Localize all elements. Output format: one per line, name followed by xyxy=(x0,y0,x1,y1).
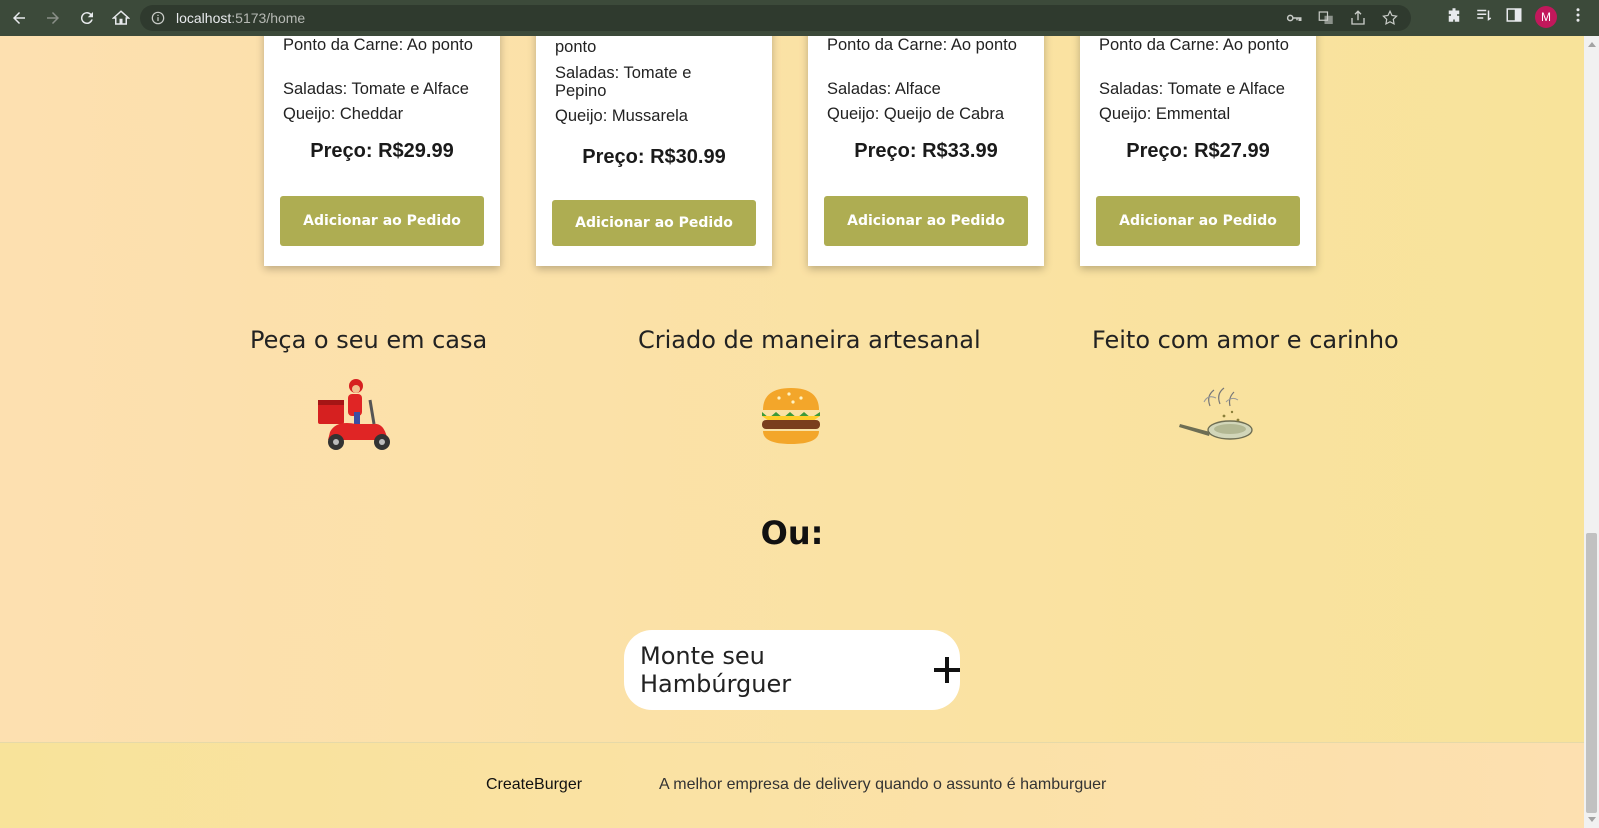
add-to-order-button[interactable]: Adicionar ao Pedido xyxy=(552,200,756,246)
scrollbar-thumb[interactable] xyxy=(1586,533,1597,813)
card-cheese: Queijo: Mussarela xyxy=(555,107,688,125)
card-doneness: Ponto da Carne: Ao ponto xyxy=(1099,36,1289,54)
browser-toolbar: localhost:5173/home M xyxy=(0,0,1599,36)
extensions-icon[interactable] xyxy=(1445,6,1463,28)
card-salads: Saladas: Tomate e Alface xyxy=(1099,80,1285,98)
card-cheese: Queijo: Cheddar xyxy=(283,105,404,123)
frying-pan-icon xyxy=(1176,386,1260,454)
feature-title-artisanal: Criado de maneira artesanal xyxy=(638,326,981,354)
footer-tagline: A melhor empresa de delivery quando o as… xyxy=(659,776,1107,793)
card-price: Preço: R$30.99 xyxy=(582,146,726,168)
forward-icon[interactable] xyxy=(38,3,68,33)
scroll-up-icon[interactable] xyxy=(1588,42,1596,47)
card-doneness: Ponto da Carne: Ao ponto xyxy=(283,36,473,54)
delivery-scooter-icon xyxy=(316,378,396,458)
card-cheese: Queijo: Queijo de Cabra xyxy=(827,105,1005,123)
side-panel-icon[interactable] xyxy=(1505,6,1523,28)
add-to-order-button[interactable]: Adicionar ao Pedido xyxy=(280,196,484,246)
url-path: :5173/home xyxy=(231,10,306,26)
share-icon[interactable] xyxy=(1349,9,1367,31)
burger-card: Ponto da Carne: Ao ponto Saladas: Alface… xyxy=(808,36,1044,266)
or-heading: Ou: xyxy=(760,514,824,552)
build-burger-button[interactable]: Monte seu Hambúrguer xyxy=(624,630,960,710)
back-icon[interactable] xyxy=(4,3,34,33)
page-scrollbar[interactable] xyxy=(1584,36,1599,828)
footer-brand: CreateBurger xyxy=(486,776,583,793)
reading-list-icon[interactable] xyxy=(1475,6,1493,28)
add-to-order-button[interactable]: Adicionar ao Pedido xyxy=(824,196,1028,246)
url-text: localhost:5173/home xyxy=(176,10,305,26)
home-icon[interactable] xyxy=(106,3,136,33)
page-viewport: Ponto da Carne: Ao ponto Saladas: Tomate… xyxy=(0,36,1584,828)
card-price: Preço: R$29.99 xyxy=(310,140,454,162)
card-doneness: Ponto da Carne: Ao ponto xyxy=(827,36,1017,54)
site-info-icon[interactable] xyxy=(150,10,166,26)
build-burger-label: Monte seu Hambúrguer xyxy=(640,642,792,698)
feature-title-delivery: Peça o seu em casa xyxy=(250,326,488,354)
burger-icon xyxy=(759,386,823,450)
url-host: localhost xyxy=(176,10,232,26)
key-icon[interactable] xyxy=(1285,9,1303,31)
menu-kebab-icon[interactable] xyxy=(1569,6,1587,28)
card-salads: Saladas: Alface xyxy=(827,80,941,98)
card-cheese: Queijo: Emmental xyxy=(1099,105,1231,123)
feature-title-love: Feito com amor e carinho xyxy=(1092,326,1399,354)
card-doneness: ponto xyxy=(555,38,597,56)
card-salads: Saladas: Tomate e Alface xyxy=(283,80,469,98)
bookmark-star-icon[interactable] xyxy=(1381,9,1399,31)
scroll-down-icon[interactable] xyxy=(1588,817,1596,822)
burger-card: ponto Saladas: Tomate e Pepino Queijo: M… xyxy=(536,36,772,266)
profile-avatar[interactable]: M xyxy=(1535,6,1557,28)
burger-card: Ponto da Carne: Ao ponto Saladas: Tomate… xyxy=(1080,36,1316,266)
card-price: Preço: R$27.99 xyxy=(1126,140,1270,162)
burger-card: Ponto da Carne: Ao ponto Saladas: Tomate… xyxy=(264,36,500,266)
card-salads: Saladas: Tomate e Pepino xyxy=(555,64,692,100)
address-bar[interactable]: localhost:5173/home xyxy=(140,5,1411,31)
add-to-order-button[interactable]: Adicionar ao Pedido xyxy=(1096,196,1300,246)
plus-icon xyxy=(934,657,960,683)
footer: CreateBurger A melhor empresa de deliver… xyxy=(0,742,1584,828)
card-price: Preço: R$33.99 xyxy=(854,140,998,162)
reload-icon[interactable] xyxy=(72,3,102,33)
translate-icon[interactable] xyxy=(1317,9,1335,31)
